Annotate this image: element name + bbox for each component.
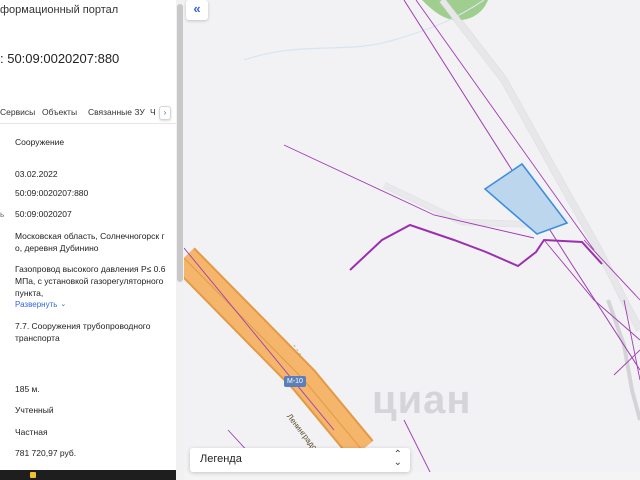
up-down-chevron-icon: ⌃ ⌄ <box>393 449 402 468</box>
panel-scrollbar[interactable] <box>176 0 184 480</box>
legend-dropdown[interactable]: Легенда ⌃ ⌄ <box>190 448 410 472</box>
scrollbar-thumb[interactable] <box>177 4 183 282</box>
pipeline-east-2 <box>583 239 640 301</box>
road-number-badge: M-10 <box>284 376 306 387</box>
chevron-down-icon: ⌄ <box>60 301 67 308</box>
field-permitted-use: 7.7. Сооружения трубопроводного транспор… <box>15 321 151 343</box>
field-registration-date: 03.02.2022 <box>15 169 58 179</box>
app-icon <box>30 472 36 478</box>
tab-objects[interactable]: Объекты <box>42 107 77 117</box>
field-ownership: Частная <box>15 427 48 437</box>
bottom-strip <box>0 470 176 480</box>
gas-pipeline-object <box>349 223 603 271</box>
cadastral-number-heading: : 50:09:0020207:880 <box>0 51 120 66</box>
tab-truncated[interactable]: Ч <box>150 107 156 117</box>
portal-title: формационный портал <box>0 4 119 16</box>
tab-linked-parcels[interactable]: Связанные ЗУ <box>88 107 145 117</box>
highway-fill <box>184 248 373 459</box>
field-cadastral-block: 50:09:0020207 <box>15 209 72 219</box>
cian-watermark: циан <box>372 378 472 422</box>
field-length: 185 м. <box>15 384 40 394</box>
legend-label: Легенда <box>200 453 242 465</box>
expand-link[interactable]: Развернуть ⌄ <box>15 300 66 309</box>
field-address: Московская область, Солнечногорск г о, д… <box>15 231 165 253</box>
pipeline-east <box>543 239 640 341</box>
map-bottom-edge <box>184 472 640 480</box>
panel-tabs: Сервисы Объекты Связанные ЗУ Ч › <box>0 102 176 124</box>
tab-services[interactable]: Сервисы <box>0 107 35 117</box>
tabs-scroll-right-button[interactable]: › <box>159 106 171 120</box>
map-view[interactable]: « M-10 Ленинградск циан Легенда ⌃ ⌄ <box>184 0 640 480</box>
info-panel: формационный портал : 50:09:0020207:880 … <box>0 0 176 480</box>
field-object-type: Сооружение <box>15 137 65 147</box>
collapse-panel-button[interactable]: « <box>186 0 208 20</box>
field-cadastral-number: 50:09:0020207:880 <box>15 188 89 198</box>
field-name: Газопровод высокого давления Р≤ 0.6 МПа,… <box>15 264 166 298</box>
field-cadastral-value: 781 720,97 руб. <box>15 448 77 458</box>
field-mark: ь <box>0 210 5 219</box>
field-status: Учтенный <box>15 405 54 415</box>
pipeline-along-highway <box>184 247 335 431</box>
